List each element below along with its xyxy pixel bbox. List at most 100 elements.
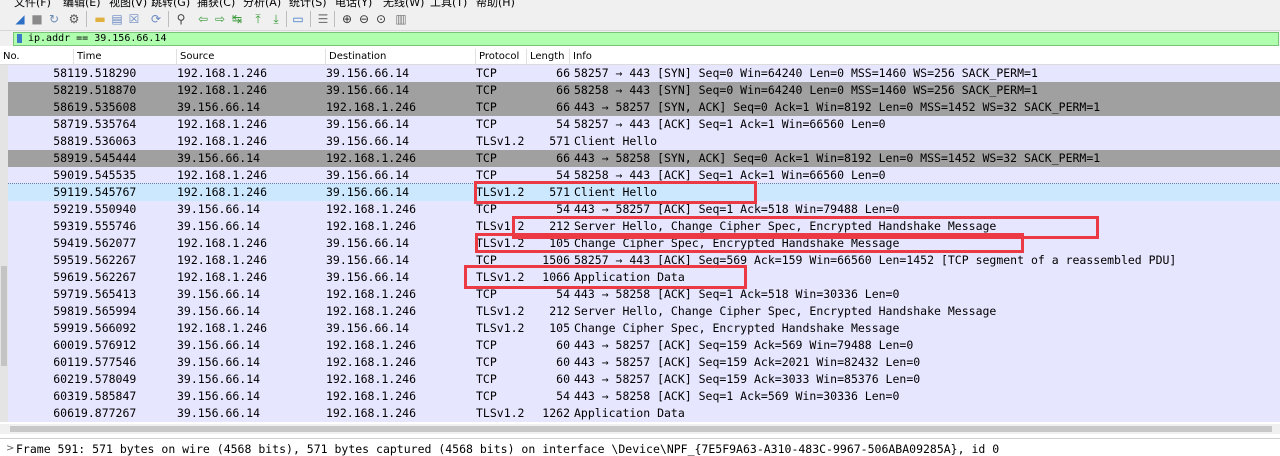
packet-len: 60 <box>556 372 570 386</box>
packet-row[interactable]: 598 19.565994 39.156.66.14 192.168.1.246 TLS… <box>0 303 1280 320</box>
column-header-length[interactable]: Length <box>527 49 570 64</box>
packet-src: 192.168.1.246 <box>177 236 268 250</box>
packet-time: 19.562267 <box>74 253 137 267</box>
packet-dst: 39.156.66.14 <box>326 185 410 199</box>
packet-time: 19.566092 <box>74 321 137 335</box>
packet-dst: 192.168.1.246 <box>326 372 417 386</box>
packet-no: 592 <box>53 202 74 216</box>
packet-src: 39.156.66.14 <box>177 287 261 301</box>
packet-list-minimap-scrollbar[interactable] <box>0 65 8 422</box>
packet-row[interactable]: 603 19.585847 39.156.66.14 192.168.1.246 TCP… <box>0 388 1280 405</box>
packet-time: 19.545767 <box>74 185 137 199</box>
go-forward-icon[interactable]: ⇨ <box>213 12 227 26</box>
packet-len: 66 <box>556 66 570 80</box>
go-to-packet-icon[interactable]: ↹ <box>230 12 244 26</box>
filter-bookmark-icon[interactable] <box>17 34 22 43</box>
packet-time: 19.565413 <box>74 287 137 301</box>
packet-time: 19.585847 <box>74 389 137 403</box>
zoom-out-icon[interactable]: ⊖ <box>357 12 371 26</box>
resize-columns-icon[interactable]: ▥ <box>394 12 408 26</box>
packet-dst: 192.168.1.246 <box>326 100 417 114</box>
toolbar-separator <box>286 11 287 27</box>
packet-row[interactable]: 601 19.577546 39.156.66.14 192.168.1.246 TCP… <box>0 354 1280 371</box>
toolbar-separator <box>310 11 311 27</box>
packet-len: 105 <box>549 321 570 335</box>
open-folder-icon[interactable]: ▬ <box>93 12 107 26</box>
packet-info: 443 → 58257 [SYN, ACK] Seq=0 Ack=1 Win=8… <box>574 100 1101 114</box>
packet-src: 192.168.1.246 <box>177 185 268 199</box>
packet-no: 587 <box>53 117 74 131</box>
column-header-protocol[interactable]: Protocol <box>476 49 527 64</box>
reload-icon[interactable]: ⟳ <box>149 12 163 26</box>
packet-time: 19.535608 <box>74 100 137 114</box>
display-filter-input[interactable]: ip.addr == 39.156.66.14 <box>13 32 1279 46</box>
packet-dst: 39.156.66.14 <box>326 117 410 131</box>
packet-proto: TCP <box>476 355 497 369</box>
options-gear-icon[interactable]: ⚙ <box>67 12 81 26</box>
packet-info: Change Cipher Spec, Encrypted Handshake … <box>574 321 900 335</box>
packet-row[interactable]: 582 19.518870 192.168.1.246 39.156.66.14 TCP… <box>0 82 1280 99</box>
packet-dst: 39.156.66.14 <box>326 236 410 250</box>
packet-row[interactable]: 587 19.535764 192.168.1.246 39.156.66.14 TCP… <box>0 116 1280 133</box>
packet-len: 571 <box>549 134 570 148</box>
scrollbar-thumb[interactable] <box>1 266 7 366</box>
frame-summary-line[interactable]: Frame 591: 571 bytes on wire (4568 bits)… <box>16 442 999 456</box>
packet-row[interactable]: 586 19.535608 39.156.66.14 192.168.1.246 TCP… <box>0 99 1280 116</box>
packet-time: 19.545535 <box>74 168 137 182</box>
packet-details-pane: > Frame 591: 571 bytes on wire (4568 bit… <box>0 438 1280 456</box>
close-file-icon[interactable]: ☒ <box>127 12 141 26</box>
packet-dst: 192.168.1.246 <box>326 304 417 318</box>
packet-proto: TCP <box>476 117 497 131</box>
packet-row[interactable]: 602 19.578049 39.156.66.14 192.168.1.246 TCP… <box>0 371 1280 388</box>
packet-no: 602 <box>53 372 74 386</box>
packet-row[interactable]: 588 19.536063 192.168.1.246 39.156.66.14 TLS… <box>0 133 1280 150</box>
packet-info: 443 → 58257 [ACK] Seq=159 Ack=569 Win=79… <box>574 338 914 352</box>
packet-no: 597 <box>53 287 74 301</box>
packet-no: 603 <box>53 389 74 403</box>
packet-no: 599 <box>53 321 74 335</box>
packet-time: 19.562267 <box>74 270 137 284</box>
packet-src: 39.156.66.14 <box>177 406 261 420</box>
autoscroll-icon[interactable]: ▭ <box>291 12 305 26</box>
shark-fin-start-icon[interactable]: ◢ <box>13 12 27 26</box>
packet-list-horizontal-scrollbar[interactable] <box>0 424 1280 434</box>
packet-row[interactable]: 589 19.545444 39.156.66.14 192.168.1.246 TCP… <box>0 150 1280 167</box>
go-back-icon[interactable]: ⇦ <box>196 12 210 26</box>
packet-row[interactable]: 606 19.877267 39.156.66.14 192.168.1.246 TLS… <box>0 405 1280 422</box>
toolbar-separator <box>168 11 169 27</box>
packet-src: 192.168.1.246 <box>177 253 268 267</box>
packet-row[interactable]: 581 19.518290 192.168.1.246 39.156.66.14 TCP… <box>0 65 1280 82</box>
go-last-icon[interactable]: ⤓ <box>269 12 283 26</box>
column-header-no[interactable]: No. <box>0 49 74 64</box>
stop-icon[interactable]: ■ <box>30 12 44 26</box>
horizontal-scrollbar-thumb[interactable] <box>10 426 1272 432</box>
packet-time: 19.518870 <box>74 83 137 97</box>
column-header-time[interactable]: Time <box>74 49 177 64</box>
packet-time: 19.576912 <box>74 338 137 352</box>
find-icon[interactable]: ⚲ <box>174 12 188 26</box>
save-file-icon[interactable]: ▤ <box>110 12 124 26</box>
packet-no: 601 <box>53 355 74 369</box>
column-header-destination[interactable]: Destination <box>326 49 476 64</box>
packet-dst: 192.168.1.246 <box>326 338 417 352</box>
packet-proto: TCP <box>476 338 497 352</box>
packet-info: 443 → 58258 [ACK] Seq=1 Ack=569 Win=3033… <box>574 389 900 403</box>
restart-icon[interactable]: ↻ <box>47 12 61 26</box>
packet-dst: 39.156.66.14 <box>326 270 410 284</box>
packet-time: 19.877267 <box>74 406 137 420</box>
go-first-icon[interactable]: ⤒ <box>251 12 265 26</box>
zoom-in-icon[interactable]: ⊕ <box>340 12 354 26</box>
packet-src: 39.156.66.14 <box>177 372 261 386</box>
column-header-info[interactable]: Info <box>570 49 1280 64</box>
packet-no: 581 <box>53 66 74 80</box>
colorize-icon[interactable]: ☰ <box>316 12 330 26</box>
zoom-normal-icon[interactable]: ⊙ <box>374 12 388 26</box>
packet-dst: 192.168.1.246 <box>326 389 417 403</box>
packet-no: 589 <box>53 151 74 165</box>
packet-row[interactable]: 600 19.576912 39.156.66.14 192.168.1.246 TCP… <box>0 337 1280 354</box>
column-header-source[interactable]: Source <box>177 49 326 64</box>
packet-row[interactable]: 599 19.566092 192.168.1.246 39.156.66.14 TLS… <box>0 320 1280 337</box>
expand-arrow-icon[interactable]: > <box>6 443 14 454</box>
packet-proto: TCP <box>476 100 497 114</box>
packet-src: 192.168.1.246 <box>177 83 268 97</box>
